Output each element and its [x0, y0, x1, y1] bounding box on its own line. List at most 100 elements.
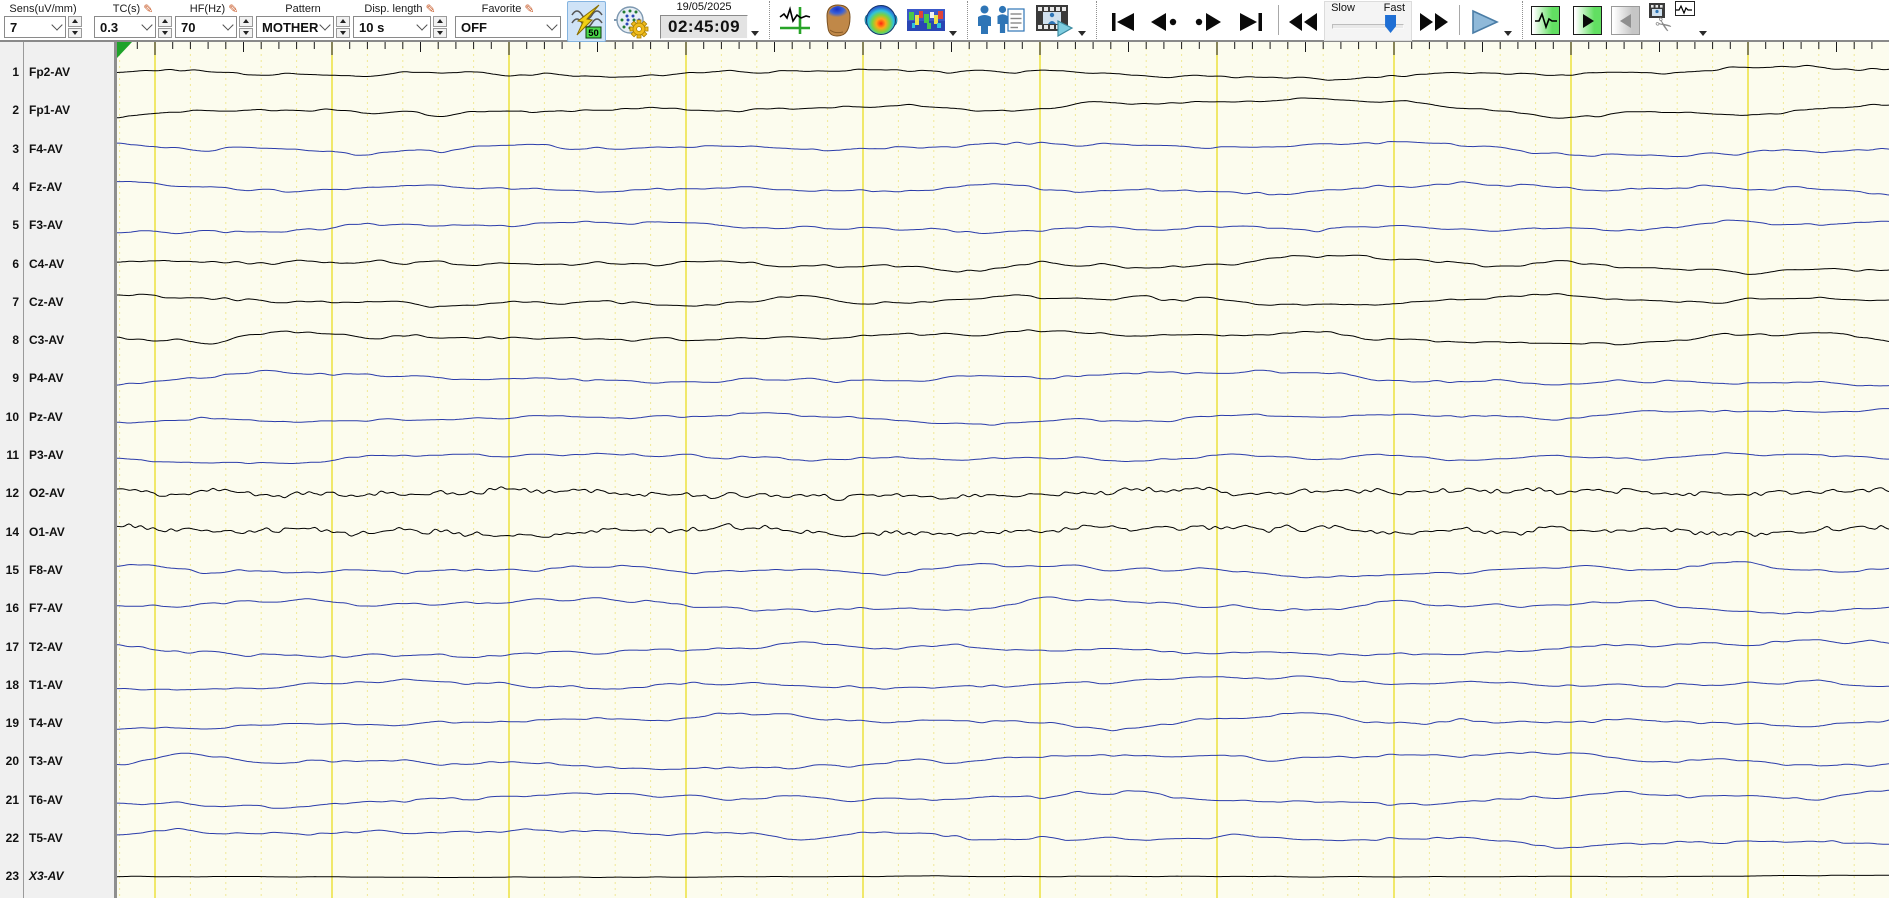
channel-row[interactable]: 2 Fp1-AV — [0, 101, 70, 119]
rewind-button[interactable] — [1287, 11, 1319, 33]
play-button[interactable] — [1470, 9, 1500, 35]
toolbar: Sens(uV/mm) 7 TC(s) ✎ 0.3 HF(Hz) ✎ 70 Pa… — [0, 0, 1889, 42]
skip-to-start-button[interactable] — [1109, 11, 1137, 33]
channel-row[interactable]: 23 X3-AV — [0, 867, 64, 885]
channel-label: O2-AV — [29, 486, 65, 501]
channel-row[interactable]: 4 Fz-AV — [0, 178, 62, 196]
channel-row[interactable]: 5 F3-AV — [0, 216, 62, 234]
channel-row[interactable]: 9 P4-AV — [0, 369, 63, 387]
video-clip-cut-button[interactable]: ✂ — [1649, 1, 1697, 40]
edit-pencil-icon[interactable]: ✎ — [524, 3, 534, 15]
display-length-up-button[interactable] — [433, 16, 447, 27]
fast-forward-button[interactable] — [1418, 11, 1450, 33]
patient-button[interactable] — [975, 1, 993, 39]
notch-filter-50hz-button[interactable]: 50 — [567, 1, 606, 42]
channel-row[interactable]: 15 F8-AV — [0, 561, 63, 579]
sensitivity-up-button[interactable] — [68, 16, 82, 27]
speed-slider[interactable]: Slow Fast — [1324, 1, 1413, 41]
channel-row[interactable]: 17 T2-AV — [0, 638, 63, 656]
channel-row[interactable]: 20 T3-AV — [0, 752, 63, 770]
channel-row[interactable]: 18 T1-AV — [0, 676, 63, 694]
back-segment-button[interactable] — [1611, 6, 1641, 35]
display-length-down-button[interactable] — [433, 27, 447, 38]
channel-label: Fz-AV — [29, 179, 63, 194]
channel-number: 4 — [12, 179, 19, 194]
back-small-icon — [1619, 13, 1631, 28]
channel-number: 20 — [5, 754, 19, 769]
slider-thumb[interactable] — [1385, 15, 1397, 33]
electrode-map-settings-button[interactable] — [612, 1, 650, 41]
channel-label: F8-AV — [29, 562, 63, 577]
svg-text:50: 50 — [588, 28, 599, 39]
pattern-up-button[interactable] — [336, 16, 350, 27]
channel-number: 15 — [5, 562, 19, 577]
channel-row[interactable]: 22 T5-AV — [0, 829, 63, 847]
chevron-down-icon — [222, 19, 234, 31]
channel-row[interactable]: 6 C4-AV — [0, 255, 64, 273]
prev-event-button[interactable] — [1149, 11, 1179, 33]
chevron-down-icon — [51, 19, 63, 31]
eeg-trace — [117, 181, 1889, 196]
eeg-trace — [117, 596, 1889, 615]
sensitivity-combobox[interactable]: 7 — [4, 16, 66, 38]
tc-group: TC(s) ✎ 0.3 — [94, 1, 172, 38]
edit-pencil-icon[interactable]: ✎ — [426, 3, 436, 15]
play-segment-button[interactable] — [1573, 6, 1603, 35]
spike-detect-button[interactable] — [778, 1, 812, 39]
channel-label: O1-AV — [29, 524, 65, 539]
channel-row[interactable]: 1 Fp2-AV — [0, 63, 70, 81]
channel-label: Fp1-AV — [29, 103, 71, 118]
eeg-trace — [117, 639, 1889, 658]
clip-dropdown-arrow[interactable] — [1699, 31, 1708, 36]
eeg-trace — [117, 712, 1889, 732]
channel-number: 9 — [12, 371, 19, 386]
eeg-traces-canvas[interactable] — [117, 42, 1889, 898]
hf-down-button[interactable] — [239, 27, 253, 38]
tc-combobox[interactable]: 0.3 — [94, 16, 156, 38]
channel-row[interactable]: 10 Pz-AV — [0, 408, 63, 426]
channel-row[interactable]: 21 T6-AV — [0, 791, 63, 809]
channel-row[interactable]: 16 F7-AV — [0, 599, 63, 617]
record-date: 19/05/2025 — [676, 1, 732, 13]
channel-row[interactable]: 19 T4-AV — [0, 714, 63, 732]
tc-down-button[interactable] — [158, 27, 172, 38]
record-time-display[interactable]: 02:45:09 — [660, 15, 749, 39]
edit-pencil-icon[interactable]: ✎ — [228, 3, 238, 15]
patient-record-button[interactable] — [996, 1, 1026, 39]
channel-label: T4-AV — [29, 716, 63, 731]
map-dropdown-arrow[interactable] — [949, 31, 958, 36]
edit-pencil-icon[interactable]: ✎ — [143, 3, 153, 15]
channel-row[interactable]: 12 O2-AV — [0, 484, 65, 502]
tc-up-button[interactable] — [158, 16, 172, 27]
next-event-button[interactable] — [1193, 11, 1223, 33]
head-3d-map-button[interactable] — [820, 1, 856, 39]
eeg-trace — [117, 523, 1889, 538]
trace-area[interactable] — [117, 42, 1889, 898]
channel-number: 3 — [12, 141, 19, 156]
waveform-review-button[interactable] — [1531, 6, 1561, 35]
eeg-trace — [117, 561, 1889, 579]
spectrogram-dsa-button[interactable] — [906, 1, 946, 39]
topography-map-button[interactable] — [862, 1, 900, 39]
channel-row[interactable]: 11 P3-AV — [0, 446, 63, 464]
hf-combobox[interactable]: 70 — [175, 16, 237, 38]
channel-row[interactable]: 14 O1-AV — [0, 523, 65, 541]
hf-up-button[interactable] — [239, 16, 253, 27]
pattern-down-button[interactable] — [336, 27, 350, 38]
channel-number: 19 — [5, 716, 19, 731]
sensitivity-down-button[interactable] — [68, 27, 82, 38]
channel-number: 6 — [12, 256, 19, 271]
channel-row[interactable]: 3 F4-AV — [0, 140, 62, 158]
video-playback-button[interactable] — [1033, 1, 1075, 39]
display-length-combobox[interactable]: 10 s — [353, 16, 431, 38]
skip-to-end-button[interactable] — [1237, 11, 1265, 33]
channel-row[interactable]: 7 Cz-AV — [0, 293, 63, 311]
play-dropdown-arrow[interactable] — [1504, 31, 1513, 36]
favorite-combobox[interactable]: OFF — [455, 16, 561, 38]
channel-row[interactable]: 8 C3-AV — [0, 331, 64, 349]
time-dropdown-arrow[interactable] — [751, 31, 760, 36]
pattern-combobox[interactable]: MOTHER — [256, 16, 334, 38]
spectrogram-icon — [907, 9, 946, 31]
video-dropdown-arrow[interactable] — [1078, 31, 1087, 36]
eeg-trace — [117, 97, 1889, 119]
